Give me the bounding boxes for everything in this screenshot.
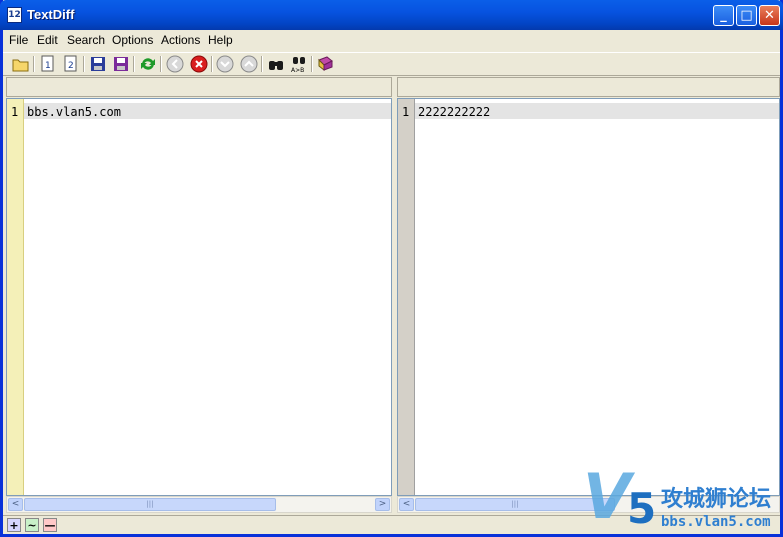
menu-file[interactable]: File [9, 33, 28, 47]
toolbar-separator [261, 56, 263, 72]
open-file-1-icon[interactable]: 1 [39, 55, 57, 73]
textdiff-app-icon[interactable]: 12 [7, 7, 22, 23]
stop-icon[interactable] [190, 55, 208, 73]
title-bar[interactable]: 12 TextDiff _ □ ✕ [0, 0, 783, 30]
find-replace-icon[interactable]: A>B [290, 55, 308, 74]
svg-text:A>B: A>B [291, 67, 304, 73]
menu-actions[interactable]: Actions [161, 33, 200, 47]
svg-text:1: 1 [45, 61, 51, 71]
menu-search[interactable]: Search [67, 33, 105, 47]
save-file-1-icon[interactable] [89, 55, 107, 73]
next-diff-icon[interactable] [216, 55, 234, 73]
right-text-pane[interactable]: 1 2222222222 [397, 98, 780, 496]
changed-legend-badge: ~ [25, 518, 39, 532]
right-line-row[interactable]: 2222222222 [415, 103, 779, 119]
right-line-gutter [398, 99, 415, 495]
window-title: TextDiff [27, 7, 75, 22]
open-file-2-icon[interactable]: 2 [62, 55, 80, 73]
scroll-left-arrow[interactable]: < [8, 498, 23, 511]
left-line-number: 1 [11, 105, 19, 119]
close-button[interactable]: ✕ [759, 5, 780, 26]
minimize-button[interactable]: _ [713, 5, 734, 26]
left-scroll-thumb[interactable]: ||| [24, 498, 276, 511]
prev-diff-icon[interactable] [166, 55, 184, 73]
toolbar-separator [160, 56, 162, 72]
left-line-gutter [7, 99, 24, 495]
left-pane-header [6, 77, 392, 97]
left-text-pane[interactable]: 1 bbs.vlan5.com [6, 98, 392, 496]
menu-edit[interactable]: Edit [37, 33, 58, 47]
added-legend-badge: + [7, 518, 21, 532]
left-line-row[interactable]: bbs.vlan5.com [24, 103, 391, 119]
toolbar-separator [311, 56, 313, 72]
toolbar-separator [133, 56, 135, 72]
first-diff-icon[interactable] [240, 55, 258, 73]
toolbar-separator [33, 56, 35, 72]
toolbar: 1 2 A>B [3, 52, 780, 76]
scroll-left-arrow[interactable]: < [399, 498, 414, 511]
left-line-text[interactable]: bbs.vlan5.com [27, 105, 121, 119]
watermark-v: V [583, 460, 631, 533]
right-line-number: 1 [402, 105, 410, 119]
toolbar-separator [83, 56, 85, 72]
find-icon[interactable] [267, 55, 285, 73]
watermark-5: 5 [627, 484, 657, 533]
watermark-logo: V 5 攻城狮论坛 bbs.vlan5.com [583, 466, 783, 534]
right-line-text[interactable]: 2222222222 [418, 105, 490, 119]
book-help-icon[interactable] [316, 55, 334, 73]
right-pane-header [397, 77, 780, 97]
save-file-2-icon[interactable] [112, 55, 130, 73]
menu-bar: File Edit Search Options Actions Help [3, 30, 780, 50]
scroll-right-arrow[interactable]: > [375, 498, 390, 511]
left-horizontal-scrollbar[interactable]: < ||| > [6, 496, 392, 513]
refresh-compare-icon[interactable] [139, 55, 157, 73]
menu-help[interactable]: Help [208, 33, 233, 47]
open-folder-icon[interactable] [12, 55, 30, 73]
removed-legend-badge: — [43, 518, 57, 532]
maximize-button[interactable]: □ [736, 5, 757, 26]
watermark-text: 攻城狮论坛 [661, 487, 772, 512]
app-window: 12 TextDiff _ □ ✕ File Edit Search Optio… [0, 0, 783, 537]
menu-options[interactable]: Options [112, 33, 153, 47]
svg-text:2: 2 [68, 61, 74, 71]
toolbar-separator [211, 56, 213, 72]
watermark-url: bbs.vlan5.com [661, 514, 771, 530]
